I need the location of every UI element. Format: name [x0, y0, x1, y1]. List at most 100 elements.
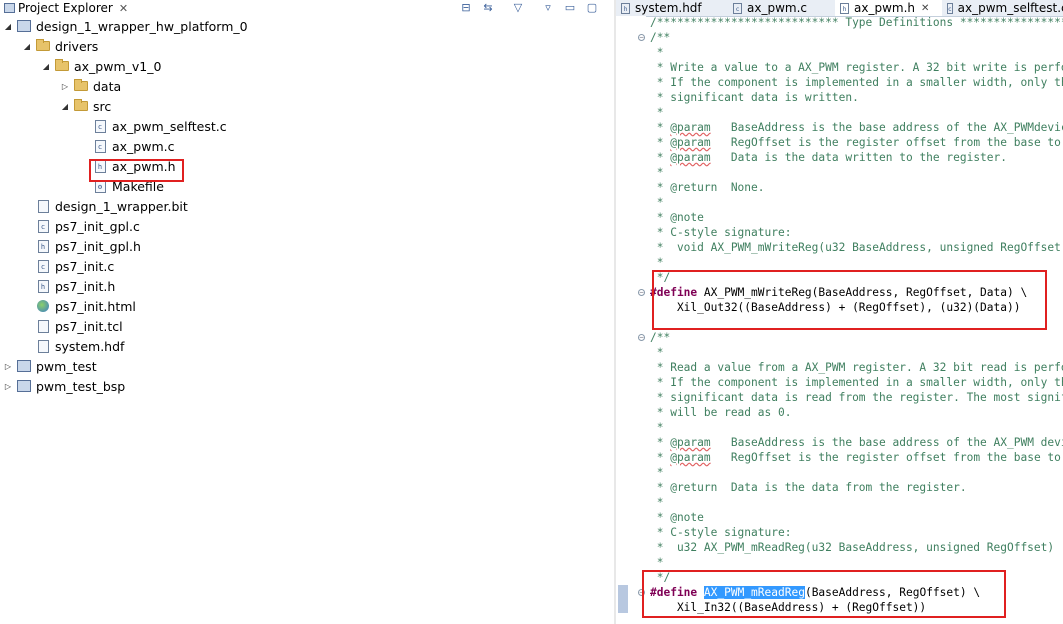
fold-toggle-icon[interactable]: −: [638, 34, 645, 41]
c-file-icon: c: [93, 119, 107, 133]
tree-item[interactable]: system.hdf: [22, 336, 124, 356]
code-line: * @return Data is the data from the regi…: [650, 480, 967, 495]
file-icon: c: [733, 2, 742, 14]
code-token: *: [650, 166, 664, 179]
close-icon[interactable]: ✕: [921, 3, 929, 14]
code-token: *: [650, 256, 664, 269]
editor-tab-label: system.hdf: [635, 1, 702, 15]
code-token: RegOffset is the register offset from th…: [730, 451, 1061, 464]
tree-item-label: ax_pwm_v1_0: [74, 58, 162, 74]
code-token: *: [650, 421, 664, 434]
tree-item-label: system.hdf: [55, 338, 125, 354]
expanded-arrow-icon[interactable]: ◢: [3, 21, 13, 31]
tree-item-label: design_1_wrapper_hw_platform_0: [36, 18, 248, 34]
tree-item[interactable]: c ps7_init.c: [22, 256, 114, 276]
code-token: @param: [670, 451, 711, 464]
tree-item[interactable]: h ps7_init.h: [22, 276, 115, 296]
tree-item[interactable]: ▷ pwm_test: [3, 356, 97, 376]
tree-item[interactable]: ◢ src: [60, 96, 111, 116]
tree-item-label: ps7_init_gpl.c: [55, 218, 140, 234]
link-with-editor-icon[interactable]: ⇆: [480, 0, 496, 14]
expanded-arrow-icon[interactable]: ◢: [41, 61, 51, 71]
tree-item[interactable]: ▷ data: [60, 76, 121, 96]
code-editor: h system.hdf c ax_pwm.c h ax_pwm.h ✕ c ax_pwm_se…: [616, 0, 1063, 624]
tree-item-label: src: [93, 98, 112, 114]
code-line: * @note: [650, 210, 704, 225]
code-token: * C-style signature:: [650, 526, 792, 539]
editor-tab[interactable]: c ax_pwm.c: [728, 0, 835, 16]
tree-item-label: ps7_init_gpl.h: [55, 238, 141, 254]
maximize-icon[interactable]: ▢: [584, 0, 600, 14]
tree-item[interactable]: ▷ pwm_test_bsp: [3, 376, 125, 396]
code-token: * Read a value from a AX_PWM register. A…: [650, 361, 1063, 374]
code-line: * If the component is implemented in a s…: [650, 375, 1063, 390]
tree-item[interactable]: design_1_wrapper.bit: [22, 196, 188, 216]
folder-icon: [36, 39, 50, 53]
code-token: *: [650, 436, 671, 449]
code-line: *: [650, 555, 664, 570]
tree-item[interactable]: c ps7_init_gpl.c: [22, 216, 140, 236]
tree-item[interactable]: ps7_init.html: [22, 296, 136, 316]
code-token: * @return None.: [650, 181, 765, 194]
file-icon: [36, 199, 50, 213]
tree-item-label: ps7_init.h: [55, 278, 116, 294]
editor-tab[interactable]: c ax_pwm_selftest.c: [942, 0, 1063, 16]
c-file-icon: c: [36, 219, 50, 233]
collapsed-arrow-icon[interactable]: ▷: [3, 381, 13, 391]
project-explorer-tabbar: Project Explorer ✕ ⊟ ⇆ ▽ ▿ ▭ ▢: [0, 0, 614, 16]
collapsed-arrow-icon[interactable]: ▷: [60, 81, 70, 91]
code-line: *: [650, 255, 664, 270]
fold-toggle-icon[interactable]: −: [638, 289, 645, 296]
view-menu-icon[interactable]: ▿: [540, 0, 556, 14]
file-icon: c: [947, 2, 953, 14]
editor-tab[interactable]: h ax_pwm.h ✕: [835, 0, 942, 16]
code-token: * C-style signature:: [650, 226, 792, 239]
fold-toggle-icon[interactable]: −: [638, 334, 645, 341]
tree-item[interactable]: ◢ ax_pwm_v1_0: [41, 56, 162, 76]
code-line: *: [650, 495, 664, 510]
tree-item-label: data: [93, 78, 122, 94]
code-line: * void AX_PWM_mWriteReg(u32 BaseAddress,…: [650, 240, 1063, 255]
editor-tab-label: ax_pwm.h: [854, 1, 915, 15]
code-token: *: [650, 121, 671, 134]
tree-item[interactable]: c ax_pwm_selftest.c: [79, 116, 227, 136]
editor-gutter: − − − −: [616, 16, 646, 624]
tree-item[interactable]: ps7_init.tcl: [22, 316, 123, 336]
filter-icon[interactable]: ▽: [510, 0, 526, 14]
tree-item-label: ps7_init.c: [55, 258, 115, 274]
editor-tab-label: ax_pwm_selftest.c: [957, 1, 1063, 15]
code-token: * Write a value to a AX_PWM register. A …: [650, 61, 1063, 74]
code-line: * Write a value to a AX_PWM register. A …: [650, 60, 1063, 75]
editor-tab[interactable]: h system.hdf: [616, 0, 728, 16]
expanded-arrow-icon[interactable]: ◢: [60, 101, 70, 111]
code-token: @param: [670, 436, 711, 449]
tree-item-label: pwm_test: [36, 358, 97, 374]
code-line: *: [650, 105, 664, 120]
code-line: * @param BaseAddress is the base address…: [650, 435, 1063, 450]
h-file-icon: h: [36, 239, 50, 253]
close-icon[interactable]: ✕: [119, 2, 128, 15]
code-token: *: [650, 556, 664, 569]
collapsed-arrow-icon[interactable]: ▷: [3, 361, 13, 371]
code-token: * void AX_PWM_mWriteReg(u32 BaseAddress,…: [656, 241, 1063, 254]
tab-project-explorer[interactable]: Project Explorer ✕: [0, 0, 131, 16]
tree-item-label: drivers: [55, 38, 99, 54]
code-token: @param: [670, 136, 711, 149]
tree-item[interactable]: ◢ design_1_wrapper_hw_platform_0: [3, 16, 248, 36]
minimize-icon[interactable]: ▭: [562, 0, 578, 14]
folder-icon: [74, 99, 88, 113]
tree-item[interactable]: ◢ drivers: [22, 36, 98, 56]
file-icon: h: [840, 2, 849, 14]
code-token: BaseAddress is the base address of the A…: [710, 436, 1063, 449]
collapse-all-icon[interactable]: ⊟: [458, 0, 474, 14]
tree-item[interactable]: c ax_pwm.c: [79, 136, 175, 156]
tree-item[interactable]: h ps7_init_gpl.h: [22, 236, 141, 256]
code-line: *: [650, 45, 664, 60]
expanded-arrow-icon[interactable]: ◢: [22, 41, 32, 51]
